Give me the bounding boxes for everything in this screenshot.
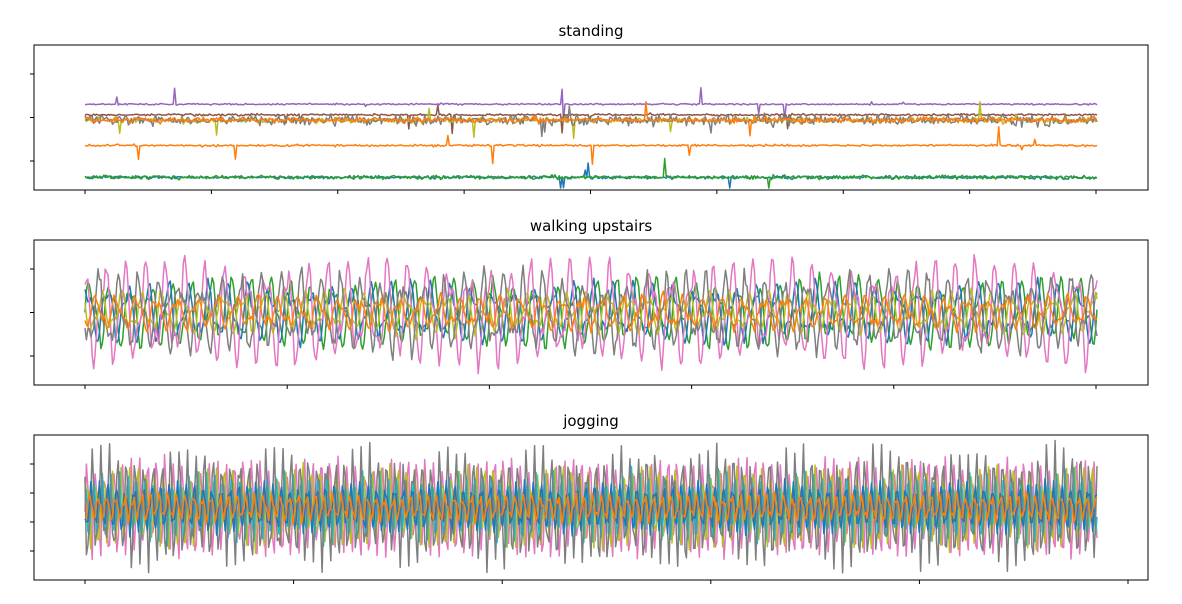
- chart-title-walking-upstairs: walking upstairs: [530, 217, 653, 235]
- chart-title-standing: standing: [558, 22, 623, 40]
- chart-title-jogging: jogging: [562, 412, 619, 430]
- figure: standing walking upstairs jogging: [0, 0, 1182, 604]
